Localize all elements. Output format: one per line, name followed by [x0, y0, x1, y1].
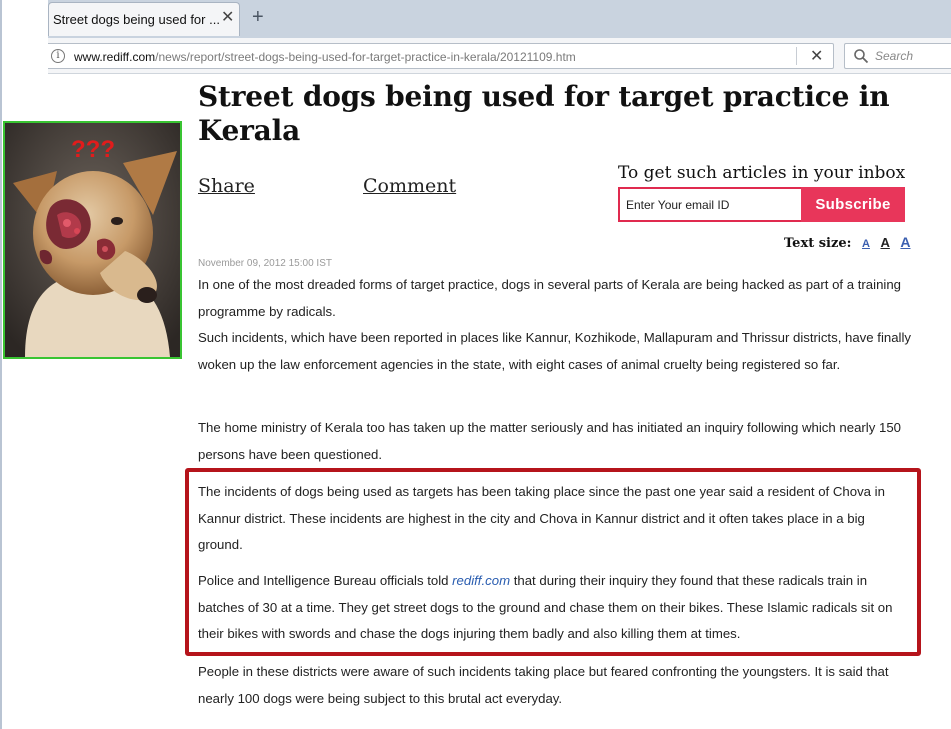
article-paragraph: The home ministry of Kerala too has take…	[198, 420, 901, 462]
search-box[interactable]: Search	[844, 43, 951, 69]
site-info-icon[interactable]: i	[51, 49, 65, 63]
url-host: www.rediff.com	[74, 50, 156, 64]
article-paragraph: Police and Intelligence Bureau officials…	[198, 568, 913, 648]
text-size-medium-button[interactable]: A	[880, 235, 889, 250]
article-paragraph: People in these districts were aware of …	[198, 664, 889, 706]
tab-title: Street dogs being used for ...	[53, 12, 220, 27]
email-field[interactable]	[618, 187, 801, 222]
article-paragraph: In one of the most dreaded forms of targ…	[198, 277, 902, 319]
text-size-small-button[interactable]: A	[862, 238, 870, 250]
injured-dog-photo: ???	[3, 121, 182, 359]
page-edge-line	[0, 0, 2, 729]
subscribe-button[interactable]: Subscribe	[801, 187, 905, 222]
url-divider	[796, 47, 797, 65]
browser-tab[interactable]: Street dogs being used for ... ✕	[48, 2, 240, 36]
paragraph-text: Police and Intelligence Bureau officials…	[198, 573, 453, 588]
search-placeholder: Search	[875, 49, 914, 63]
share-link[interactable]: Share	[198, 175, 255, 197]
address-bar[interactable]: i www.rediff.com/news/report/street-dogs…	[48, 43, 834, 69]
text-size-control: Text size: A A A	[784, 234, 911, 251]
url-text[interactable]: www.rediff.com/news/report/street-dogs-b…	[74, 50, 576, 64]
comment-link[interactable]: Comment	[363, 175, 456, 197]
article-headline: Street dogs being used for target practi…	[198, 80, 890, 147]
article-paragraph: The incidents of dogs being used as targ…	[198, 484, 885, 552]
clear-url-icon[interactable]: ✕	[810, 46, 823, 66]
search-icon	[854, 49, 869, 64]
article-paragraph: Such incidents, which have been reported…	[198, 330, 911, 372]
text-size-label: Text size:	[784, 236, 852, 251]
photo-overlay-text: ???	[71, 136, 115, 163]
article-date: November 09, 2012 15:00 IST	[198, 258, 332, 269]
close-tab-icon[interactable]: ✕	[221, 10, 234, 26]
newsletter-title: To get such articles in your inbox	[618, 163, 906, 183]
rediff-link[interactable]: rediff.com	[452, 573, 510, 588]
url-path: /news/report/street-dogs-being-used-for-…	[155, 50, 576, 64]
new-tab-icon[interactable]: +	[252, 7, 264, 27]
text-size-large-button[interactable]: A	[900, 234, 910, 250]
dog-photo-image: ???	[5, 123, 180, 357]
browser-tab-bar: Street dogs being used for ... ✕ +	[48, 0, 951, 38]
browser-nav-bar: i www.rediff.com/news/report/street-dogs…	[48, 38, 951, 74]
breadcrumb	[198, 70, 201, 76]
